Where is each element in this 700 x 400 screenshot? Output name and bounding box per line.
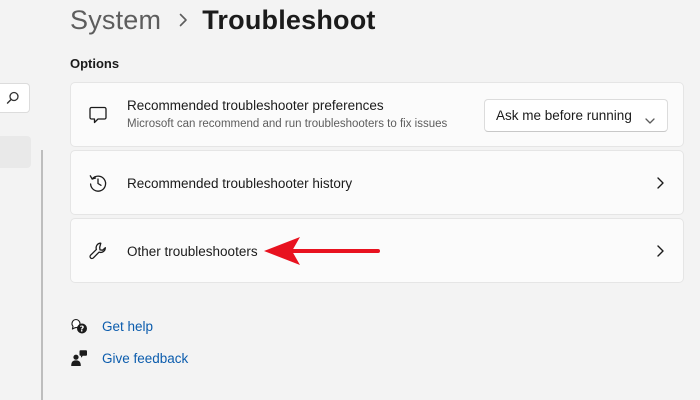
- get-help-label: Get help: [102, 318, 154, 334]
- preferences-dropdown[interactable]: Ask me before running: [484, 99, 668, 132]
- chevron-right-icon: [655, 244, 665, 258]
- card-title-other: Other troubleshooters: [127, 244, 258, 259]
- card-recommended-preferences: Recommended troubleshooter preferences M…: [70, 82, 684, 147]
- search-icon: [6, 91, 19, 104]
- nav-item-selected[interactable]: [0, 136, 31, 168]
- give-feedback-label: Give feedback: [102, 350, 189, 366]
- feedback-icon: [70, 349, 88, 367]
- page-title: Troubleshoot: [202, 4, 376, 35]
- navigation-pane: [0, 0, 44, 400]
- card-title-preferences: Recommended troubleshooter preferences: [127, 98, 384, 113]
- get-help-link[interactable]: ? Get help: [70, 316, 153, 336]
- dropdown-selected-value: Ask me before running: [496, 108, 632, 123]
- help-icon: ?: [70, 317, 88, 335]
- give-feedback-link[interactable]: Give feedback: [70, 348, 188, 368]
- card-subtitle-preferences: Microsoft can recommend and run troubles…: [127, 118, 448, 130]
- red-arrow-annotation: [264, 237, 380, 265]
- card-troubleshooter-history[interactable]: Recommended troubleshooter history: [70, 150, 684, 215]
- card-title-history: Recommended troubleshooter history: [127, 176, 353, 191]
- search-button[interactable]: [0, 83, 30, 113]
- svg-text:?: ?: [80, 325, 85, 334]
- chevron-right-icon: [655, 176, 665, 190]
- chevron-right-icon: [179, 13, 188, 27]
- options-section-label: Options: [70, 56, 120, 71]
- history-icon: [88, 173, 108, 193]
- chat-bubble-icon: [88, 105, 108, 125]
- breadcrumb-parent-system[interactable]: System: [70, 5, 161, 36]
- wrench-icon: [88, 241, 108, 261]
- chevron-down-icon: [645, 112, 655, 130]
- nav-scrollbar[interactable]: [41, 150, 43, 400]
- breadcrumb: System Troubleshoot: [70, 2, 376, 38]
